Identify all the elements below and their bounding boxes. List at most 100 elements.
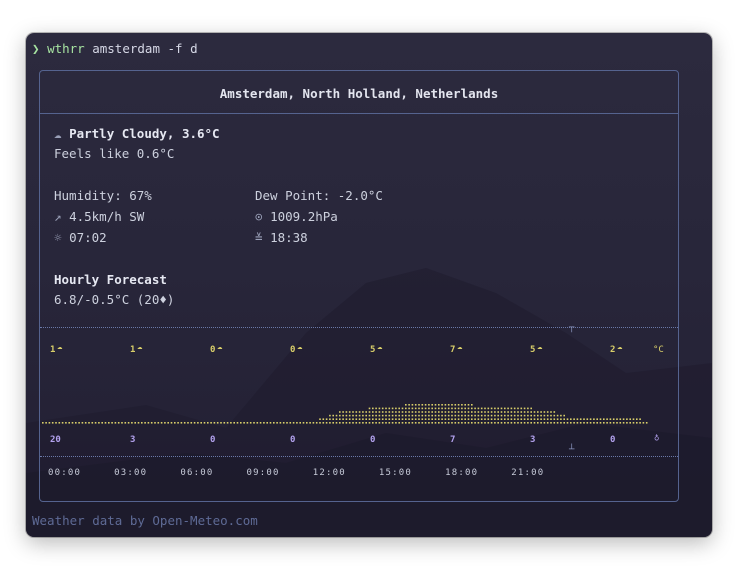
temperature-dot bbox=[332, 414, 334, 417]
temperature-dot bbox=[345, 411, 348, 413]
location-title: Amsterdam, North Holland, Netherlands bbox=[219, 86, 499, 101]
temperature-dot bbox=[447, 407, 450, 410]
temperature-dot bbox=[339, 422, 341, 424]
temperature-dot bbox=[510, 418, 513, 420]
temperature-dot bbox=[507, 422, 509, 424]
temperature-dot bbox=[517, 414, 519, 417]
temperature-dot bbox=[395, 411, 397, 413]
temperature-dot bbox=[444, 411, 447, 413]
temperature-dot bbox=[550, 418, 552, 420]
temperature-dot bbox=[438, 422, 440, 424]
temperature-dot bbox=[329, 422, 331, 424]
temperature-dot bbox=[378, 407, 381, 410]
temperature-dot bbox=[530, 418, 532, 420]
temperature-dot bbox=[309, 422, 311, 424]
temperature-dot bbox=[510, 422, 513, 424]
temperature-dot bbox=[556, 414, 559, 417]
temperature-dot bbox=[546, 414, 549, 417]
temperature-dot bbox=[434, 422, 437, 424]
temperature-dot bbox=[464, 411, 466, 413]
panel-divider bbox=[40, 113, 678, 114]
temperature-dot bbox=[619, 418, 622, 420]
temperature-dot bbox=[527, 418, 529, 420]
temperature-dot bbox=[65, 422, 67, 424]
temperature-dot bbox=[428, 418, 430, 420]
temperature-dot bbox=[520, 411, 523, 413]
temperature-dot bbox=[342, 418, 344, 420]
temperature-dot bbox=[325, 422, 328, 424]
temperature-dot bbox=[447, 422, 450, 424]
current-condition: ☁ Partly Cloudy, 3.6°C bbox=[54, 127, 220, 141]
temperature-dot bbox=[513, 418, 516, 420]
temperature-dot bbox=[348, 411, 351, 413]
temperature-dot bbox=[579, 418, 582, 420]
temperature-dot bbox=[421, 407, 424, 410]
temperature-dot bbox=[200, 422, 202, 424]
temperature-dot bbox=[467, 411, 470, 413]
temperature-dot bbox=[484, 414, 486, 417]
temperature-dot bbox=[537, 414, 539, 417]
temperature-dot bbox=[421, 414, 424, 417]
temperature-dot bbox=[530, 411, 532, 413]
temperature-dot bbox=[484, 418, 486, 420]
temperature-dot bbox=[177, 422, 179, 424]
temperature-dot bbox=[282, 422, 285, 424]
temperature-dot bbox=[484, 411, 486, 413]
temperature-dot bbox=[563, 418, 565, 420]
temperature-dot bbox=[111, 422, 113, 424]
command-name: wthrr bbox=[47, 41, 85, 56]
temperature-dot bbox=[431, 418, 433, 420]
temperature-dot bbox=[428, 404, 430, 406]
temperature-dot bbox=[408, 404, 410, 406]
temperature-dot bbox=[207, 422, 209, 424]
temperature-dot bbox=[362, 418, 364, 420]
temperature-dot bbox=[355, 414, 358, 417]
temperature-dot bbox=[537, 422, 539, 424]
temperature-dot bbox=[375, 422, 377, 424]
temperature-dot bbox=[398, 411, 400, 413]
temperature-dot bbox=[431, 414, 433, 417]
temperature-dot bbox=[273, 422, 275, 424]
temperature-dot bbox=[372, 407, 374, 410]
temperature-dot bbox=[342, 414, 344, 417]
temperature-dot bbox=[319, 422, 321, 424]
temperature-dot bbox=[421, 422, 424, 424]
temperature-dot bbox=[500, 407, 503, 410]
temperature-dot bbox=[223, 422, 226, 424]
temperature-dot bbox=[405, 404, 407, 406]
temperature-dot bbox=[385, 414, 387, 417]
temperature-dot bbox=[434, 407, 437, 410]
temperature-dot bbox=[414, 422, 417, 424]
temperature-dot bbox=[114, 422, 117, 424]
temperature-dot bbox=[467, 414, 470, 417]
temperature-dot bbox=[230, 422, 232, 424]
precipitation-icon: ♁ bbox=[654, 433, 660, 443]
temperature-dot bbox=[213, 422, 216, 424]
temperature-dot bbox=[375, 411, 377, 413]
temperature-dot bbox=[454, 414, 457, 417]
temperature-dot bbox=[381, 418, 384, 420]
temperature-dot bbox=[131, 422, 133, 424]
temperature-dot bbox=[609, 422, 612, 424]
temperature-dot bbox=[414, 411, 417, 413]
temperature-dot bbox=[362, 422, 364, 424]
feels-like: Feels like 0.6°C bbox=[54, 146, 175, 161]
temperature-dot bbox=[540, 414, 542, 417]
temperature-dot bbox=[418, 407, 420, 410]
temperature-dot bbox=[401, 411, 404, 413]
temperature-dot bbox=[510, 407, 513, 410]
temperature-dot bbox=[457, 411, 460, 413]
temperature-dot bbox=[504, 414, 506, 417]
temperature-dot bbox=[543, 411, 546, 413]
temperature-dot bbox=[603, 418, 605, 420]
command-line[interactable]: ❯ wthrr amsterdam -f d bbox=[32, 41, 198, 56]
temperature-dot bbox=[494, 414, 496, 417]
temperature-dot bbox=[424, 422, 427, 424]
temperature-dot bbox=[434, 404, 437, 406]
temperature-dot bbox=[144, 422, 146, 424]
temperature-dot bbox=[55, 422, 57, 424]
temperature-dot bbox=[104, 422, 107, 424]
pressure-icon: ⊙ bbox=[255, 209, 263, 224]
temperature-dot bbox=[527, 414, 529, 417]
temperature-dot bbox=[616, 422, 618, 424]
